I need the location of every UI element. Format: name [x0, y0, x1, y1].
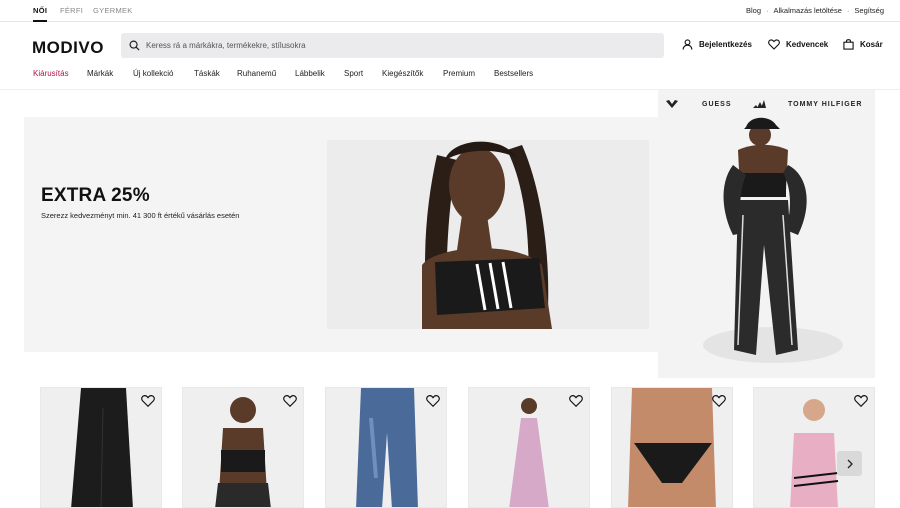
user-icon: [682, 39, 693, 50]
carousel-next-button[interactable]: [837, 451, 862, 476]
heart-icon[interactable]: [569, 394, 583, 408]
product-card-pink-tank-top[interactable]: [753, 387, 875, 508]
link-help[interactable]: Segítség: [854, 6, 884, 15]
search-input[interactable]: [146, 33, 646, 58]
brand-guess[interactable]: GUESS: [702, 101, 732, 108]
product-card-blue-jeans[interactable]: [325, 387, 447, 508]
favorites-label: Kedvencek: [786, 40, 829, 49]
login-button[interactable]: Bejelentkezés: [682, 39, 752, 50]
heart-icon[interactable]: [426, 394, 440, 408]
cart-button[interactable]: Kosár: [843, 39, 883, 50]
nav-premium[interactable]: Premium: [443, 69, 475, 78]
brand-tommy-hilfiger[interactable]: TOMMY HILFIGER: [788, 101, 862, 108]
nav-sale[interactable]: Kiárusítás: [33, 69, 69, 78]
top-bar: NŐI FÉRFI GYERMEK Blog · Alkalmazás letö…: [0, 0, 900, 22]
utility-links: Blog · Alkalmazás letöltése · Segítség: [746, 6, 884, 15]
brand-model-image: [703, 117, 843, 363]
hero-subtitle: Szerezz kedvezményt min. 41 300 ft érték…: [41, 211, 240, 220]
tab-kids[interactable]: GYERMEK: [93, 6, 133, 15]
nav-new-collection[interactable]: Új kollekció: [133, 69, 173, 78]
logo[interactable]: MODIVO: [32, 38, 104, 58]
tab-women[interactable]: NŐI: [33, 6, 48, 22]
brand-panel[interactable]: GUESS TOMMY HILFIGER: [658, 90, 875, 378]
heart-icon[interactable]: [712, 394, 726, 408]
product-card-black-trousers[interactable]: [40, 387, 162, 508]
heart-icon[interactable]: [141, 394, 155, 408]
nav-bags[interactable]: Táskák: [194, 69, 220, 78]
heart-icon[interactable]: [854, 394, 868, 408]
product-card-pink-satin-dress[interactable]: [468, 387, 590, 508]
product-card-black-bikini-bottom[interactable]: [611, 387, 733, 508]
favorites-button[interactable]: Kedvencek: [768, 39, 828, 50]
login-label: Bejelentkezés: [699, 40, 752, 49]
link-app-download[interactable]: Alkalmazás letöltése: [774, 6, 842, 15]
heart-icon: [768, 39, 780, 50]
roxy-logo-icon: [666, 100, 678, 108]
chevron-right-icon: [847, 459, 853, 468]
separator-dot: ·: [846, 6, 850, 15]
nav-shoes[interactable]: Lábbelik: [295, 69, 325, 78]
heart-icon[interactable]: [283, 394, 297, 408]
nav-bestsellers[interactable]: Bestsellers: [494, 69, 533, 78]
cart-label: Kosár: [860, 40, 883, 49]
nav-clothing[interactable]: Ruhanemű: [237, 69, 276, 78]
hero-title: EXTRA 25%: [41, 185, 150, 206]
nav-sport[interactable]: Sport: [344, 69, 363, 78]
nav-accessories[interactable]: Kiegészítők: [382, 69, 423, 78]
adidas-logo-icon: [753, 100, 766, 108]
search-icon: [129, 40, 140, 51]
link-blog[interactable]: Blog: [746, 6, 761, 15]
nav-brands[interactable]: Márkák: [87, 69, 113, 78]
bag-icon: [843, 39, 854, 50]
separator-dot: ·: [766, 6, 769, 15]
search-bar[interactable]: [121, 33, 664, 58]
product-card-black-bandeau-top[interactable]: [182, 387, 304, 508]
hero-model-image: [327, 140, 649, 329]
tab-men[interactable]: FÉRFI: [60, 6, 83, 15]
